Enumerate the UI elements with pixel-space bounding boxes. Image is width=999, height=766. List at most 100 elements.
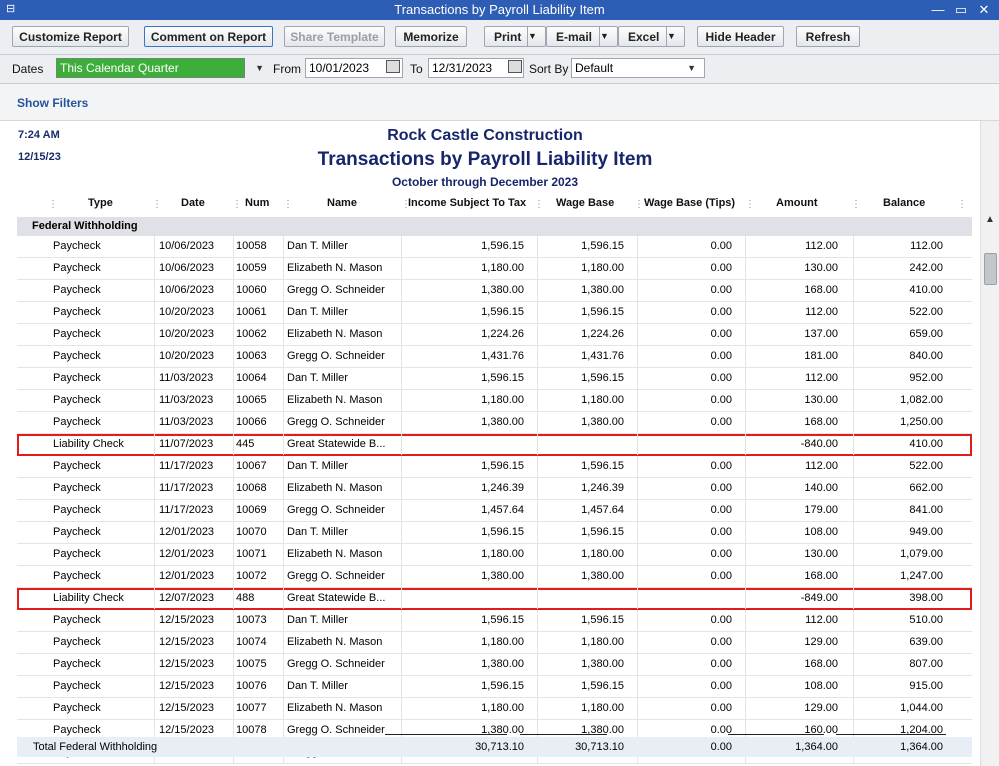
scroll-thumb[interactable]: [984, 253, 997, 285]
column-header-amount[interactable]: Amount: [776, 197, 818, 209]
table-row-highlighted[interactable]: Liability Check 12/07/2023 488 Great Statew…: [17, 588, 972, 610]
show-filters-link[interactable]: Show Filters: [17, 96, 88, 110]
comment-on-report-button[interactable]: Comment on Report: [144, 26, 273, 47]
to-calendar-icon[interactable]: [508, 60, 522, 73]
table-row[interactable]: Paycheck 11/03/2023 10065 Elizabeth N. Maso…: [17, 390, 972, 412]
refresh-button[interactable]: Refresh: [796, 26, 860, 47]
table-row[interactable]: Paycheck 11/17/2023 10068 Elizabeth N. Maso…: [17, 478, 972, 500]
email-dropdown-icon[interactable]: ▼: [599, 27, 617, 46]
cell-wage-base-tips: 0.00: [710, 306, 732, 318]
cell-wage-base-tips: 0.00: [710, 328, 732, 340]
column-divider: [154, 522, 155, 543]
table-row[interactable]: Paycheck 10/20/2023 10061 Dan T. Miller 1,59…: [17, 302, 972, 324]
cell-date: 12/15/2023: [159, 636, 215, 648]
minimize-icon[interactable]: —: [928, 1, 948, 19]
column-resize-handle[interactable]: ⋮: [534, 199, 544, 210]
column-header-date[interactable]: Date: [181, 197, 205, 209]
from-label: From: [273, 62, 301, 76]
column-resize-handle[interactable]: ⋮: [957, 199, 967, 210]
cell-name: Gregg O. Schneider: [287, 350, 385, 362]
table-row[interactable]: Paycheck 10/06/2023 10059 Elizabeth N. Maso…: [17, 258, 972, 280]
table-row[interactable]: Paycheck 12/01/2023 10071 Elizabeth N. Maso…: [17, 544, 972, 566]
column-divider: [154, 412, 155, 433]
hide-header-button[interactable]: Hide Header: [697, 26, 784, 47]
column-divider: [233, 346, 234, 367]
email-button[interactable]: E-mail ▼: [546, 26, 618, 47]
maximize-icon[interactable]: ▭: [951, 1, 971, 19]
cell-date: 10/06/2023: [159, 284, 215, 296]
table-row[interactable]: Paycheck 12/15/2023 10075 Gregg O. Schneide…: [17, 654, 972, 676]
scroll-up-icon[interactable]: ▲: [985, 214, 995, 225]
table-row[interactable]: Paycheck 11/03/2023 10066 Gregg O. Schneide…: [17, 412, 972, 434]
column-resize-handle[interactable]: ⋮: [232, 199, 242, 210]
cell-type: Paycheck: [53, 306, 101, 318]
table-row[interactable]: Paycheck 10/06/2023 10060 Gregg O. Schneide…: [17, 280, 972, 302]
column-resize-handle[interactable]: ⋮: [48, 199, 58, 210]
column-header-name[interactable]: Name: [327, 197, 357, 209]
report-rows: Paycheck 10/06/2023 10058 Dan T. Miller 1,59…: [17, 236, 972, 764]
cell-income: 1,596.15: [481, 614, 524, 626]
table-row[interactable]: Paycheck 12/01/2023 10072 Gregg O. Schneide…: [17, 566, 972, 588]
column-header-income[interactable]: Income Subject To Tax: [408, 197, 526, 209]
report-toolbar: Customize Report Comment on Report Share…: [0, 20, 999, 55]
table-row[interactable]: Paycheck 10/20/2023 10062 Elizabeth N. Maso…: [17, 324, 972, 346]
cell-date: 12/01/2023: [159, 548, 215, 560]
excel-label: Excel: [628, 30, 660, 44]
column-divider: [401, 588, 402, 609]
total-income: 30,713.10: [475, 741, 524, 753]
column-resize-handle[interactable]: ⋮: [634, 199, 644, 210]
close-icon[interactable]: ✕: [974, 1, 994, 19]
cell-wage-base-tips: 0.00: [710, 636, 732, 648]
vertical-scrollbar[interactable]: ▲: [980, 121, 999, 766]
cell-date: 10/06/2023: [159, 240, 215, 252]
column-divider: [637, 324, 638, 345]
total-row[interactable]: Total Federal Withholding 30,713.10 30,7…: [17, 737, 972, 757]
table-row[interactable]: Paycheck 10/06/2023 10058 Dan T. Miller 1,59…: [17, 236, 972, 258]
column-header-balance[interactable]: Balance: [883, 197, 925, 209]
memorize-button[interactable]: Memorize: [395, 26, 467, 47]
table-row[interactable]: Paycheck 12/15/2023 10073 Dan T. Miller 1,59…: [17, 610, 972, 632]
chevron-down-icon[interactable]: ▼: [255, 59, 264, 77]
sortby-select[interactable]: Default ▼: [571, 58, 705, 78]
cell-amount: 129.00: [804, 702, 838, 714]
from-date-value: 10/01/2023: [309, 61, 370, 75]
print-button[interactable]: Print ▼: [484, 26, 546, 47]
chevron-down-icon[interactable]: ▼: [687, 59, 696, 77]
customize-report-button[interactable]: Customize Report: [12, 26, 129, 47]
cell-amount: 112.00: [805, 460, 838, 472]
column-divider: [637, 280, 638, 301]
table-row[interactable]: Paycheck 11/17/2023 10069 Gregg O. Schneide…: [17, 500, 972, 522]
share-template-button[interactable]: Share Template: [284, 26, 385, 47]
table-row[interactable]: Paycheck 12/15/2023 10077 Elizabeth N. Maso…: [17, 698, 972, 720]
table-row[interactable]: Paycheck 12/01/2023 10070 Dan T. Miller 1,59…: [17, 522, 972, 544]
table-row[interactable]: Paycheck 11/03/2023 10064 Dan T. Miller 1,59…: [17, 368, 972, 390]
cell-wage-base-tips: 0.00: [710, 416, 732, 428]
total-label: Total Federal Withholding: [33, 741, 158, 753]
print-dropdown-icon[interactable]: ▼: [527, 27, 545, 46]
column-divider: [401, 698, 402, 719]
column-header-type[interactable]: Type: [88, 197, 113, 209]
from-calendar-icon[interactable]: [386, 60, 400, 73]
table-row-highlighted[interactable]: Liability Check 11/07/2023 445 Great Statew…: [17, 434, 972, 456]
column-divider: [401, 544, 402, 565]
dates-range-select[interactable]: This Calendar Quarter ▼: [56, 58, 264, 78]
column-header-num[interactable]: Num: [245, 197, 269, 209]
column-divider: [154, 390, 155, 411]
column-resize-handle[interactable]: ⋮: [283, 199, 293, 210]
table-row[interactable]: Paycheck 10/20/2023 10063 Gregg O. Schneide…: [17, 346, 972, 368]
excel-button[interactable]: Excel ▼: [618, 26, 685, 47]
cell-amount: 168.00: [804, 658, 838, 670]
column-resize-handle[interactable]: ⋮: [152, 199, 162, 210]
column-header-wage-base[interactable]: Wage Base: [556, 197, 614, 209]
cell-name: Dan T. Miller: [287, 240, 348, 252]
column-resize-handle[interactable]: ⋮: [745, 199, 755, 210]
table-row[interactable]: Paycheck 12/15/2023 10074 Elizabeth N. Maso…: [17, 632, 972, 654]
column-resize-handle[interactable]: ⋮: [851, 199, 861, 210]
column-divider: [283, 280, 284, 301]
column-divider: [154, 478, 155, 499]
column-header-wage-base-tips[interactable]: Wage Base (Tips): [644, 197, 735, 209]
excel-dropdown-icon[interactable]: ▼: [666, 27, 684, 46]
table-row[interactable]: Paycheck 12/15/2023 10076 Dan T. Miller 1,59…: [17, 676, 972, 698]
sortby-label: Sort By: [529, 62, 569, 76]
table-row[interactable]: Paycheck 11/17/2023 10067 Dan T. Miller 1,59…: [17, 456, 972, 478]
